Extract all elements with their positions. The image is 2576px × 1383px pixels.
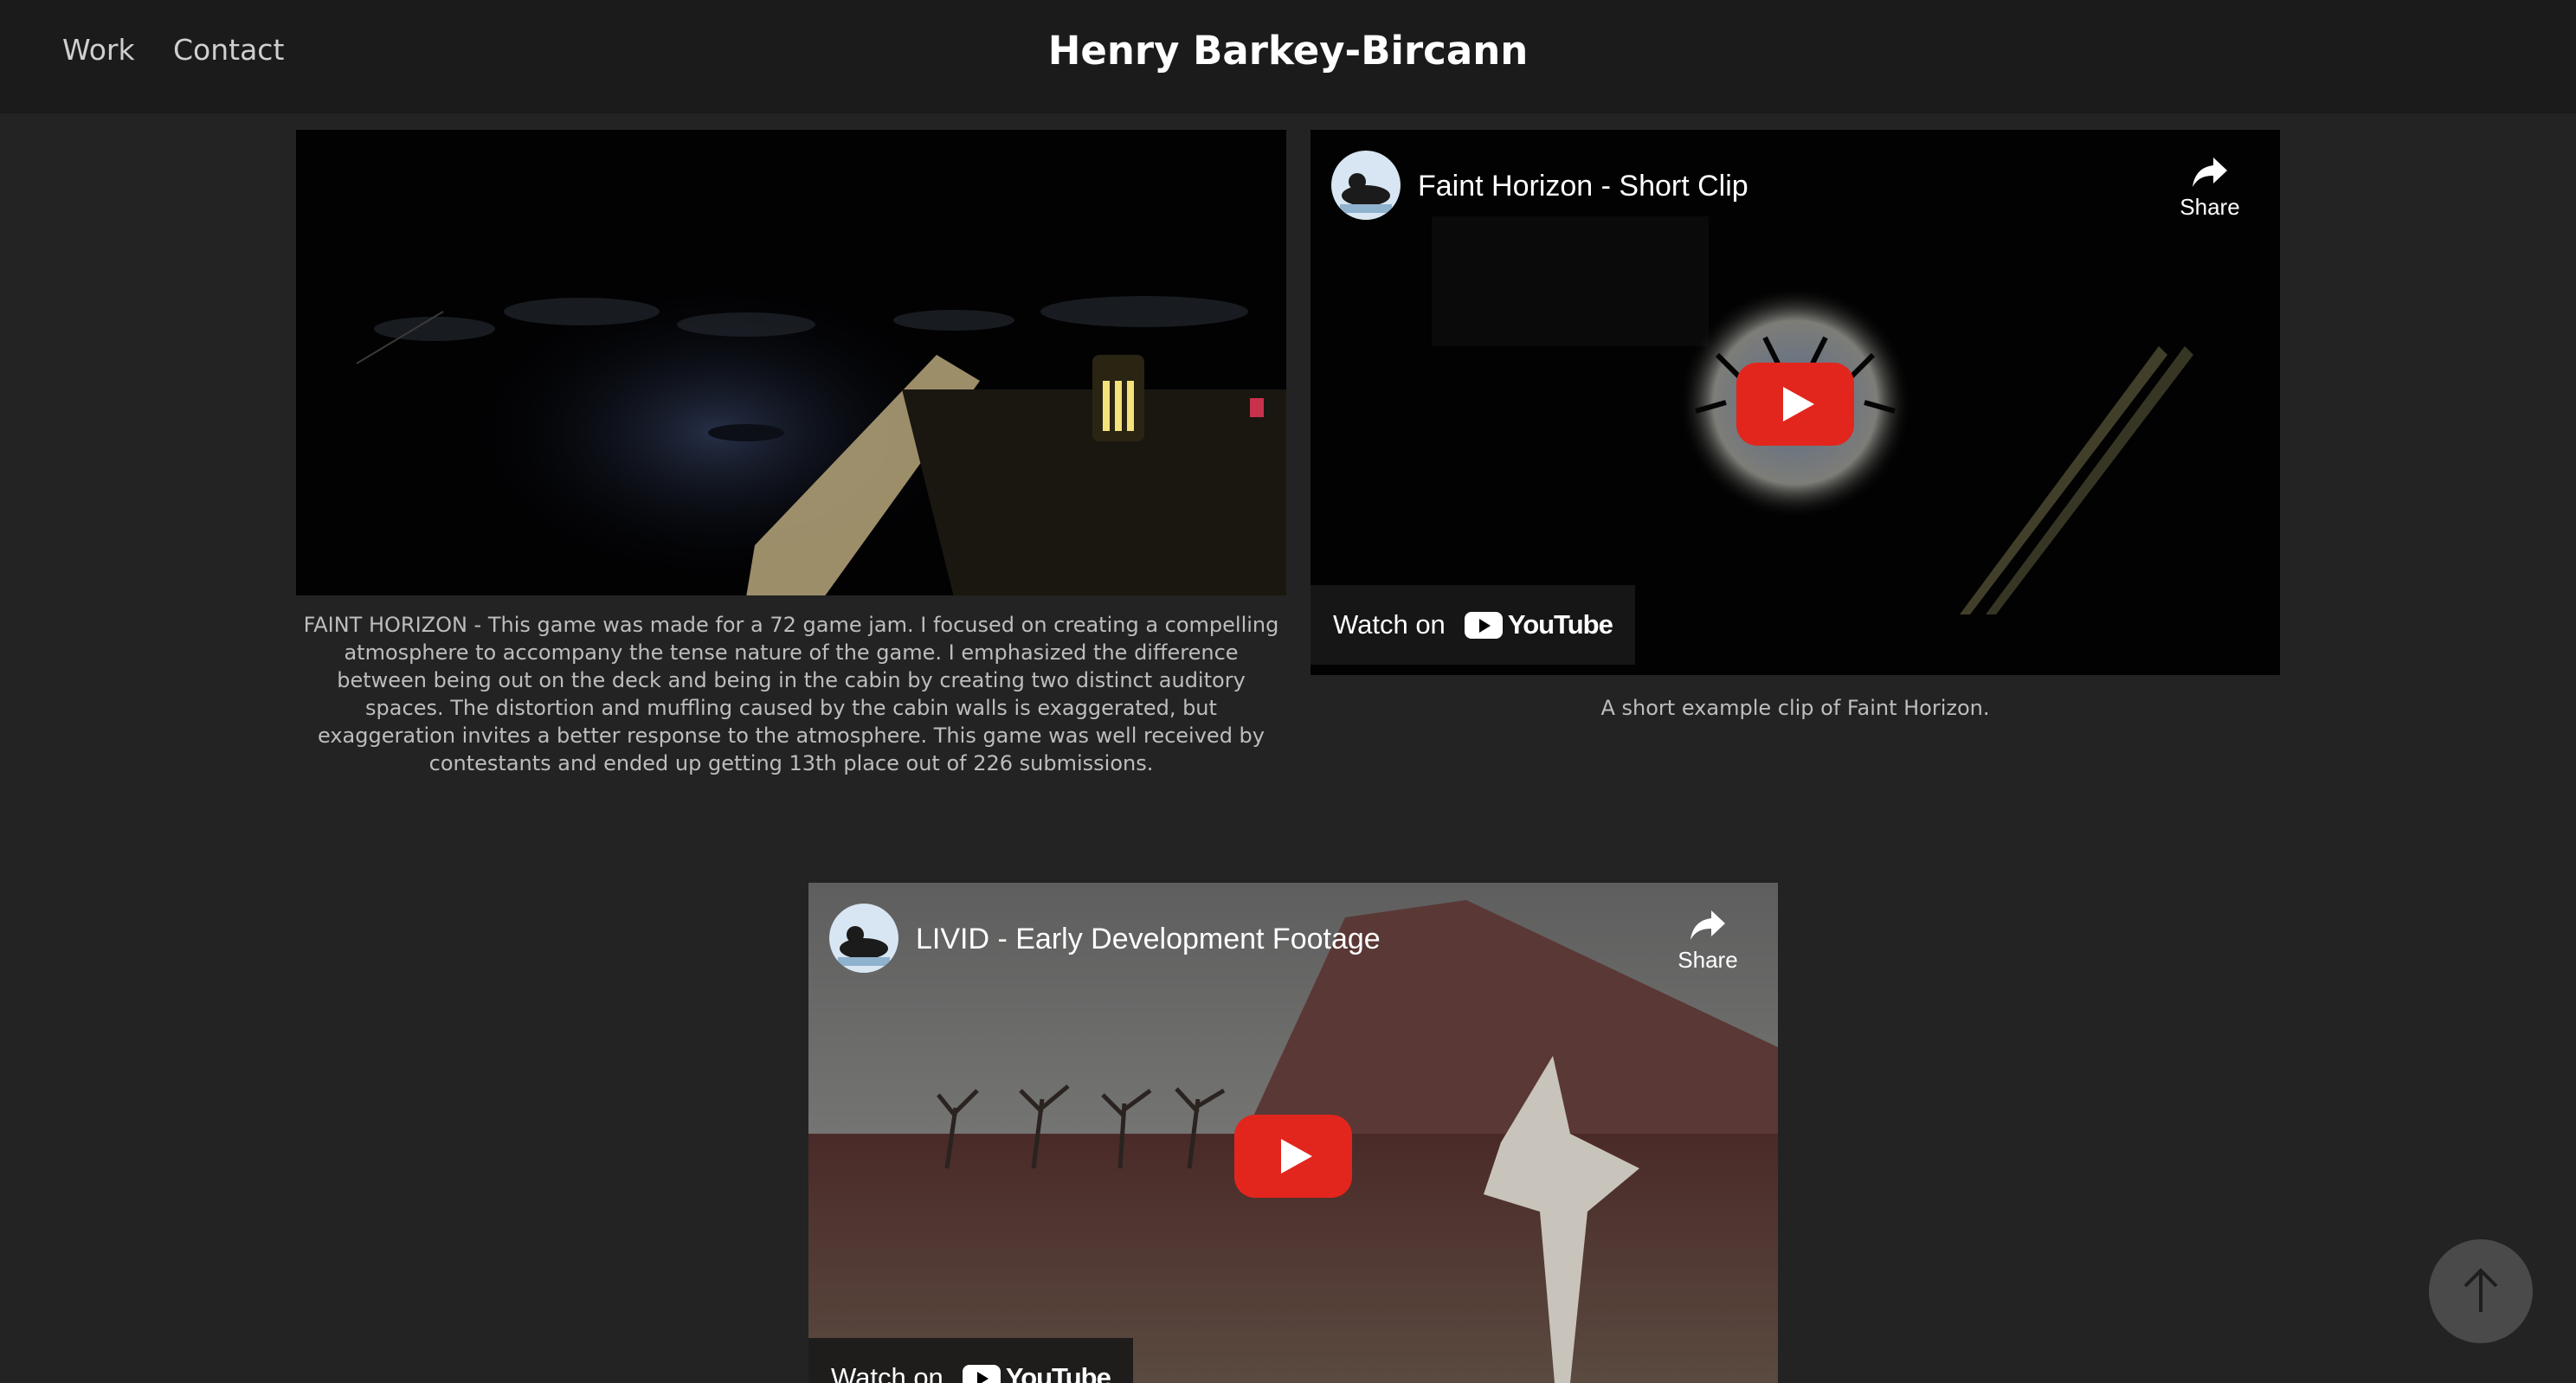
channel-avatar[interactable] [829,904,898,973]
channel-avatar[interactable] [1331,151,1401,220]
share-icon [2193,158,2227,187]
site-header: Work Contact Henry Barkey-Bircann [0,0,2576,113]
youtube-wordmark: YouTube [1507,609,1613,640]
share-button[interactable]: Share [1660,909,1755,974]
video-title[interactable]: LIVID - Early Development Footage [916,923,1381,956]
site-title[interactable]: Henry Barkey-Bircann [0,28,2576,74]
livid-video[interactable]: LIVID - Early Development Footage Share … [808,883,1778,1383]
watch-on-youtube-button[interactable]: Watch on YouTube [1311,585,1635,665]
share-label: Share [1678,947,1738,973]
watch-on-label: Watch on [1333,609,1446,640]
youtube-icon [962,1364,1001,1383]
arrow-up-icon [2463,1268,2498,1312]
play-button[interactable] [1736,363,1854,446]
share-label: Share [2180,194,2240,220]
share-icon [1690,910,1725,940]
youtube-wordmark: YouTube [1005,1362,1111,1383]
youtube-icon [1464,611,1503,639]
faint-horizon-video-caption: A short example clip of Faint Horizon. [1600,696,1990,720]
play-button[interactable] [1234,1115,1352,1198]
youtube-logo: YouTube [962,1362,1111,1383]
video-title[interactable]: Faint Horizon - Short Clip [1418,170,1748,203]
share-button[interactable]: Share [2162,156,2257,221]
faint-horizon-video[interactable]: Faint Horizon - Short Clip Share Watch o… [1311,130,2280,675]
youtube-logo: YouTube [1464,609,1613,640]
faint-horizon-screenshot [296,130,1286,595]
watch-on-youtube-button[interactable]: Watch on YouTube [808,1338,1133,1383]
faint-horizon-scene [296,130,1286,595]
faint-horizon-description: FAINT HORIZON - This game was made for a… [303,613,1279,775]
scroll-to-top-button[interactable] [2429,1239,2533,1343]
watch-on-label: Watch on [831,1362,943,1383]
